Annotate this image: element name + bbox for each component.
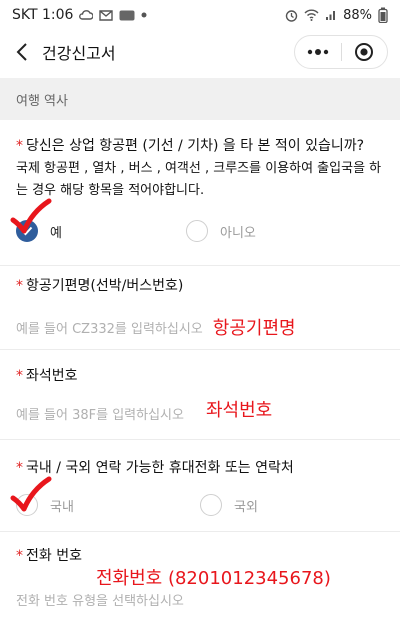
miniprogram-capsule [294, 35, 388, 69]
transport-question: * 당신은 상업 항공편 (기선 / 기차) 을 타 본 적이 있습니까? 국제 … [0, 136, 400, 266]
required-mark: * [16, 548, 23, 564]
red-check-mark-icon [10, 476, 52, 512]
red-check-mark-icon [10, 198, 52, 234]
status-time: SKT 1:06 [12, 7, 74, 23]
radio-no-label: 아니오 [220, 225, 256, 241]
transport-question-text: 당신은 상업 항공편 (기선 / 기차) 을 타 본 적이 있습니까? [26, 138, 365, 154]
flight-number-input[interactable]: 예를 들어 CZ332를 입력하십시오 항공기편명 [16, 314, 384, 340]
seat-number-field: * 좌석번호 예를 들어 38F를 입력하십시오 좌석번호 [0, 350, 400, 440]
section-header: 여행 역사 [0, 78, 400, 120]
seat-number-label-text: 좌석번호 [26, 368, 78, 384]
transport-question-description: 국제 항공편 , 열차 , 버스 , 여객선 , 크루즈를 이용하여 출입국을 … [16, 161, 382, 198]
flight-number-label-text: 항공기편명(선박/버스번호) [26, 278, 184, 294]
back-button[interactable] [6, 30, 38, 74]
alarm-icon [285, 9, 298, 22]
battery-icon [378, 7, 388, 23]
required-mark: * [16, 278, 23, 294]
page-title: 건강신고서 [42, 44, 116, 63]
contact-radio-group: 국내 국외 [16, 494, 384, 516]
wifi-icon [304, 9, 319, 21]
phone-type-placeholder: 전화 번호 유형을 선택하십시오 [16, 594, 184, 609]
seat-number-input[interactable]: 예를 들어 38F를 입력하십시오 좌석번호 [16, 400, 384, 424]
radio-domestic-label: 국내 [50, 499, 74, 515]
chevron-left-icon [16, 43, 27, 61]
target-close-icon [355, 43, 374, 61]
phone-number-label: * 전화 번호 [16, 546, 384, 566]
transport-radio-group: 예 아니오 [16, 220, 356, 242]
phone-type-select[interactable]: 전화 번호 유형을 선택하십시오 [16, 590, 184, 609]
close-miniprogram-button[interactable] [342, 36, 388, 68]
required-mark: * [16, 368, 23, 384]
required-mark: * [16, 138, 23, 154]
seat-number-placeholder: 예를 들어 38F를 입력하십시오 [16, 408, 184, 423]
radio-overseas-label: 국외 [234, 499, 258, 515]
contact-label: * 국내 / 국외 연락 가능한 휴대전화 또는 연락처 [16, 458, 384, 478]
more-dots-icon [307, 49, 328, 55]
phone-number-annotation: 전화번호 (8201012345678) [96, 568, 331, 589]
cloud-icon [79, 10, 94, 20]
radio-overseas-circle[interactable] [200, 494, 222, 516]
status-bar: SKT 1:06 88% [0, 0, 400, 30]
transport-question-label: * 당신은 상업 항공편 (기선 / 기차) 을 타 본 적이 있습니까? [16, 136, 384, 156]
nav-bar: 건강신고서 [0, 30, 400, 74]
app-badge-icon [119, 10, 135, 21]
signal-icon [325, 9, 337, 21]
seat-number-label: * 좌석번호 [16, 366, 384, 386]
flight-number-placeholder: 예를 들어 CZ332를 입력하십시오 [16, 321, 203, 337]
phone-number-label-text: 전화 번호 [26, 548, 82, 564]
flight-number-label: * 항공기편명(선박/버스번호) [16, 276, 384, 296]
notification-dot-icon [141, 12, 147, 18]
radio-overseas[interactable]: 국외 [200, 494, 370, 516]
flight-number-annotation: 항공기편명 [212, 318, 296, 339]
required-mark: * [16, 460, 23, 476]
phone-number-field: * 전화 번호 전화번호 (8201012345678) 전화 번호 유형을 선택… [0, 532, 400, 625]
radio-no[interactable]: 아니오 [186, 220, 356, 242]
contact-label-text: 국내 / 국외 연락 가능한 휴대전화 또는 연락처 [26, 460, 294, 476]
more-button[interactable] [295, 36, 341, 68]
mail-icon [99, 9, 114, 21]
radio-no-circle[interactable] [186, 220, 208, 242]
section-title: 여행 역사 [16, 93, 68, 109]
battery-level: 88% [343, 7, 372, 23]
seat-number-annotation: 좌석번호 [205, 399, 273, 421]
contact-field: * 국내 / 국외 연락 가능한 휴대전화 또는 연락처 국내 국외 [0, 440, 400, 532]
flight-number-field: * 항공기편명(선박/버스번호) 예를 들어 CZ332를 입력하십시오 항공기편… [0, 266, 400, 350]
